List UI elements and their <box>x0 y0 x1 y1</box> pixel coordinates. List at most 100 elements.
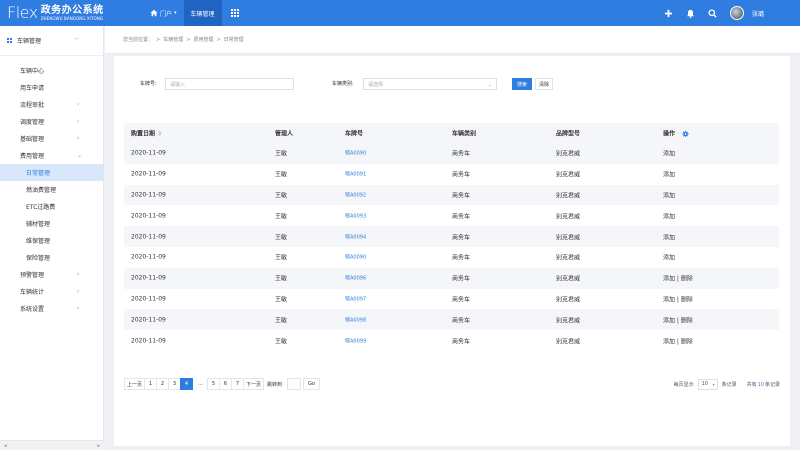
plate-link[interactable]: 鄂A0099 <box>345 337 366 344</box>
sidebar-item-label: 用车申请 <box>20 85 45 92</box>
apps-grid-button[interactable] <box>222 0 247 26</box>
sidebar-item[interactable]: ETC过路费 <box>0 198 103 215</box>
sidebar-item[interactable]: 车辆统计 › <box>0 283 103 300</box>
sidebar-item[interactable]: 日常管理 <box>0 164 103 181</box>
table-cell: 别克君威 <box>556 213 581 221</box>
sidebar-item-label: 费用管理 <box>20 153 45 160</box>
nav-portal[interactable]: 门户 ▾ <box>143 0 184 26</box>
table-cell: 2020-11-09 <box>131 316 166 324</box>
grid-icon <box>230 8 240 18</box>
table-cell: 王敏 <box>275 234 288 242</box>
sidebar-header[interactable]: 车辆管理 ﹀ <box>0 26 103 56</box>
sidebar-item[interactable]: 维保管理 <box>0 232 103 249</box>
sidebar-item-label: 基础管理 <box>20 136 45 143</box>
table-row: 2020-11-09 王敏 鄂A0092 商务车 别克君威 添加 <box>124 184 779 206</box>
pagination-info: 每页显示 10 ▾ 条记录 共有10条记录 <box>674 378 780 390</box>
chevron-down-icon: ﹀ <box>73 38 79 44</box>
table-row: 2020-11-09 王敏 鄂A0090 商务车 别克君威 添加 <box>124 143 779 164</box>
search-icon[interactable] <box>708 8 718 18</box>
sidebar-item[interactable]: 费用管理 ⌄ <box>0 147 103 164</box>
sidebar-item[interactable]: 预警管理 › <box>0 266 103 283</box>
row-actions[interactable]: 添加 <box>663 253 675 262</box>
plate-link[interactable]: 鄂A0096 <box>345 275 366 282</box>
plate-link[interactable]: 鄂A0094 <box>345 233 366 240</box>
logo[interactable]: Flex 政务办公系统 ZHENGWU BANGONG XITONG <box>0 0 143 26</box>
prev-page-button[interactable]: 上一页 <box>124 378 146 390</box>
plate-link[interactable]: 鄂A0090 <box>345 254 366 261</box>
table-cell: 王敏 <box>275 192 288 200</box>
bell-icon[interactable] <box>686 8 696 18</box>
plate-link[interactable]: 鄂A0092 <box>345 191 366 198</box>
scroll-left-icon[interactable]: ◂ <box>4 443 7 449</box>
chevron-right-icon: › <box>77 135 80 142</box>
type-select[interactable]: 请选择 ⌄ <box>363 78 497 90</box>
breadcrumb-item[interactable]: 费用管理 <box>193 36 213 43</box>
sidebar-item[interactable]: 基础管理 › <box>0 130 103 147</box>
sidebar-item-label: 车辆统计 <box>20 289 45 296</box>
type-label: 车辆类别: <box>332 81 354 87</box>
row-actions[interactable]: 添加 | 删除 <box>663 336 693 345</box>
table-cell: 2020-11-09 <box>131 337 166 345</box>
plate-placeholder: 请输入 <box>170 81 186 88</box>
sidebar-item[interactable]: 车辆中心 <box>0 62 103 79</box>
row-actions[interactable]: 添加 | 删除 <box>663 274 693 283</box>
table-row: 2020-11-09 王敏 鄂A0099 商务车 别克君威 添加 | 删除 <box>124 330 779 351</box>
header-brand: 品牌型号 <box>556 130 581 138</box>
table-cell: 商务车 <box>452 192 471 200</box>
go-button[interactable]: Go <box>303 378 320 390</box>
search-button[interactable]: 搜索 <box>512 78 532 90</box>
plate-link[interactable]: 鄂A0093 <box>345 212 366 219</box>
row-actions[interactable]: 添加 <box>663 170 675 179</box>
breadcrumb-item[interactable]: 车辆管理 <box>163 36 183 43</box>
total-records: 共有10条记录 <box>746 381 780 388</box>
table-cell: 商务车 <box>452 254 471 262</box>
gear-icon[interactable] <box>682 130 689 138</box>
avatar[interactable] <box>729 6 744 20</box>
row-actions[interactable]: 添加 | 删除 <box>663 315 693 324</box>
table-cell: 别克君威 <box>556 317 581 325</box>
sidebar-item[interactable]: 流程审批 › <box>0 96 103 113</box>
table-cell: 别克君威 <box>556 338 581 346</box>
sidebar-item[interactable]: 用车申请 <box>0 79 103 96</box>
add-icon[interactable] <box>664 8 674 18</box>
page-ellipsis: ... <box>194 378 208 390</box>
plate-input[interactable]: 请输入 <box>165 78 294 90</box>
per-page-select[interactable]: 10 ▾ <box>697 378 718 390</box>
sidebar-item[interactable]: 调度管理 › <box>0 113 103 130</box>
sidebar-item[interactable]: 辅材管理 <box>0 215 103 232</box>
header-plate: 车牌号 <box>345 130 364 138</box>
type-placeholder: 请选择 <box>368 81 384 88</box>
username[interactable]: 张璐 <box>752 9 764 18</box>
row-actions[interactable]: 添加 | 删除 <box>663 294 693 303</box>
page-button[interactable]: 4 <box>180 378 194 390</box>
next-page-button[interactable]: 下一页 <box>243 378 265 390</box>
scroll-right-icon[interactable]: ▸ <box>97 443 100 449</box>
goto-page-input[interactable] <box>287 378 302 390</box>
plate-link[interactable]: 鄂A0097 <box>345 295 366 302</box>
per-page-unit: 条记录 <box>721 381 737 388</box>
sort-icon[interactable]: ⇕ <box>157 131 162 138</box>
sidebar-scrollbar[interactable]: ◂ ▸ <box>0 440 104 450</box>
table-row: 2020-11-09 王敏 鄂A0098 商务车 别克君威 添加 | 删除 <box>124 309 779 331</box>
row-actions[interactable]: 添加 <box>663 190 675 199</box>
header-type: 车辆类别 <box>452 130 477 138</box>
table-cell: 别克君威 <box>556 275 581 283</box>
row-actions[interactable]: 添加 <box>663 211 675 220</box>
clear-button[interactable]: 清除 <box>535 78 553 90</box>
nav-vehicle-management[interactable]: 车辆管理 <box>183 0 222 26</box>
sidebar-item-label: 保险管理 <box>26 255 51 262</box>
table-cell: 2020-11-09 <box>131 274 166 282</box>
header-manager: 管理人 <box>275 130 294 138</box>
plate-link[interactable]: 鄂A0098 <box>345 316 366 323</box>
table-cell: 2020-11-09 <box>131 191 166 199</box>
table-cell: 别克君威 <box>556 254 581 262</box>
sidebar-item[interactable]: 系统设置 › <box>0 300 103 317</box>
header-purchase-date[interactable]: 购置日期 ⇕ <box>131 129 162 138</box>
plate-link[interactable]: 鄂A0090 <box>345 150 366 157</box>
nav-portal-label: 门户 <box>160 10 173 18</box>
sidebar-item[interactable]: 保险管理 <box>0 249 103 266</box>
sidebar-item[interactable]: 燃油费管理 <box>0 181 103 198</box>
plate-link[interactable]: 鄂A0091 <box>345 171 366 178</box>
row-actions[interactable]: 添加 <box>663 149 675 158</box>
row-actions[interactable]: 添加 <box>663 232 675 241</box>
